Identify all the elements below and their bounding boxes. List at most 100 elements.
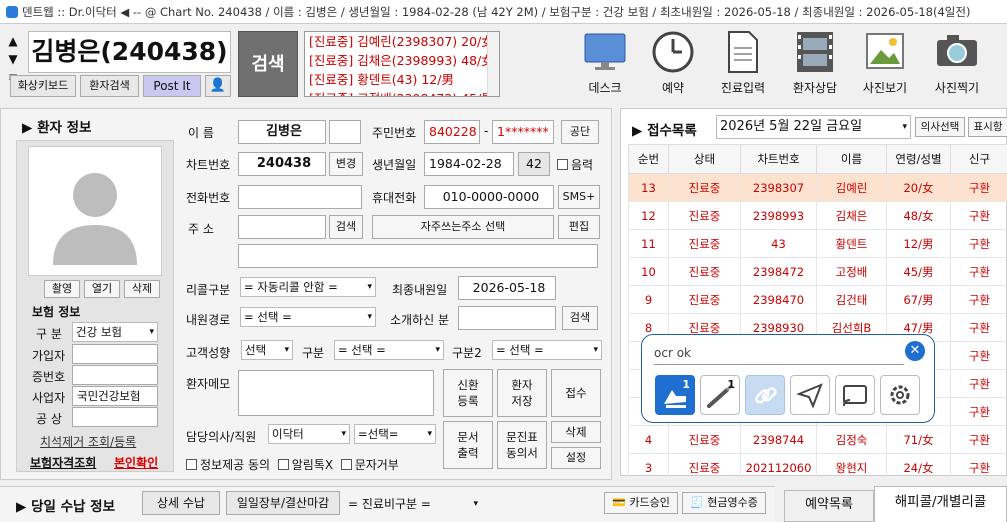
fee-type-select[interactable]: = 진료비구분 = <box>344 493 482 515</box>
arrow-down-icon[interactable]: ▼ <box>4 52 22 66</box>
memo-textarea[interactable] <box>238 370 434 416</box>
recall-select[interactable]: = 자동리콜 안함 = <box>240 277 376 297</box>
referrer-input[interactable] <box>458 306 556 330</box>
col-status[interactable]: 상태 <box>668 144 741 174</box>
chart-no-input[interactable]: 240438 <box>238 152 326 176</box>
display-items-button[interactable]: 표시항 <box>968 117 1007 137</box>
list-item[interactable]: [진료중] 황덴트(43) 12/男 <box>309 70 499 89</box>
scrollbar[interactable] <box>487 32 499 96</box>
desk-button[interactable]: 데스크 <box>572 30 638 96</box>
close-icon[interactable]: ✕ <box>905 341 925 361</box>
tendency-select[interactable]: 선택 <box>241 340 293 360</box>
photo-take-button[interactable]: 사진찍기 <box>924 30 990 96</box>
table-row[interactable]: 11 진료중 43 황덴트 12/男 구환 <box>628 229 1007 258</box>
birth-input[interactable]: 1984-02-28 <box>424 152 514 176</box>
nhis-button[interactable]: 공단 <box>561 120 599 144</box>
frequent-address-button[interactable]: 자주쓰는주소 선택 <box>372 215 554 239</box>
daily-ledger-button[interactable]: 일일장부/결산마감 <box>226 491 340 515</box>
mobile-input[interactable]: 010-0000-0000 <box>424 185 554 209</box>
table-cell: 구환 <box>950 257 1007 286</box>
address-detail-input[interactable] <box>238 244 598 268</box>
sms-button[interactable]: SMS+ <box>558 185 600 209</box>
name-input[interactable]: 김병은 <box>238 120 326 144</box>
address-search-button[interactable]: 검색 <box>329 215 363 239</box>
card-approval-button[interactable]: 💳 카드승인 <box>604 492 678 514</box>
div-select[interactable]: = 선택 = <box>334 340 444 360</box>
cash-receipt-button[interactable]: 🧾 현금영수증 <box>682 492 766 514</box>
save-patient-button[interactable]: 환자 저장 <box>497 369 547 417</box>
insurance-qualify-link[interactable]: 보험자격조회 <box>30 454 96 471</box>
reservation-button[interactable]: 예약 <box>640 30 706 96</box>
table-cell: 11 <box>628 229 669 258</box>
waiting-list[interactable]: [진료중] 김예린(2398307) 20/女 [진료중] 김채은(239899… <box>304 31 500 97</box>
col-name[interactable]: 이름 <box>816 144 887 174</box>
search-button[interactable]: 검색 <box>238 31 298 97</box>
open-photo-button[interactable]: 열기 <box>84 280 120 298</box>
rrn-front-input[interactable]: 840228 <box>424 120 480 144</box>
table-row[interactable]: 10 진료중 2398472 고정배 45/男 구환 <box>628 257 1007 286</box>
rrn-back-input[interactable]: 1******* <box>492 120 554 144</box>
col-age-sex[interactable]: 연령/성별 <box>886 144 951 174</box>
link-button[interactable] <box>745 375 785 415</box>
col-chart[interactable]: 차트번호 <box>740 144 817 174</box>
name-extra-input[interactable] <box>329 120 361 144</box>
table-row[interactable]: 12 진료중 2398993 김채은 48/女 구환 <box>628 201 1007 230</box>
route-select[interactable]: = 선택 = <box>240 307 376 327</box>
photo-view-button[interactable]: 사진보기 <box>852 30 918 96</box>
doctor-select-button[interactable]: 의사선택 <box>915 117 965 137</box>
lunar-checkbox[interactable]: 음력 <box>557 156 593 173</box>
post-it-button[interactable]: Post It <box>143 75 201 97</box>
chart-entry-button[interactable]: 진료입력 <box>710 30 776 96</box>
delete-button[interactable]: 삭제 <box>551 421 601 443</box>
col-type[interactable]: 신구 <box>950 144 1007 174</box>
cast-button[interactable] <box>835 375 875 415</box>
consult-button[interactable]: 환자상담 <box>782 30 848 96</box>
agency-input[interactable]: 국민건강보험 <box>72 386 158 406</box>
staff-select[interactable]: =선택= <box>354 424 436 444</box>
subscriber-input[interactable] <box>72 344 158 364</box>
virtual-keyboard-button[interactable]: 화상키보드 <box>10 75 76 97</box>
new-patient-button[interactable]: 신환 등록 <box>443 369 493 417</box>
col-seq[interactable]: 순번 <box>628 144 669 174</box>
consent-button[interactable]: 문진표 동의서 <box>497 421 547 469</box>
edit-address-button[interactable]: 편집 <box>558 215 600 239</box>
dental-chair-button[interactable]: 1 <box>655 375 695 415</box>
ins-type-select[interactable]: 건강 보험 <box>72 322 158 342</box>
doctor-select[interactable]: 이닥터 <box>268 424 350 444</box>
arrow-up-icon[interactable]: ▲ <box>4 34 22 48</box>
date-picker[interactable]: 2026년 5월 22일 금요일 <box>716 115 911 139</box>
list-item[interactable]: [진료중] 김채은(2398993) 48/女 <box>309 51 499 70</box>
table-row[interactable]: 13 진료중 2398307 김예린 20/女 구환 <box>628 173 1007 202</box>
zip-input[interactable] <box>238 215 326 239</box>
print-doc-button[interactable]: 문서 출력 <box>443 421 493 469</box>
scaling-check-link[interactable]: 치석제거 조회/등록 <box>40 433 136 450</box>
tool-button[interactable]: 1 <box>700 375 740 415</box>
change-chart-button[interactable]: 변경 <box>329 152 363 176</box>
list-item[interactable]: [진료중] 고정배(2398472) 45/男 <box>309 89 499 96</box>
ocr-input[interactable]: ocr ok <box>654 343 904 365</box>
identity-check-link[interactable]: 본인확인 <box>114 454 158 471</box>
referrer-search-button[interactable]: 검색 <box>562 306 598 330</box>
div2-select[interactable]: = 선택 = <box>492 340 602 360</box>
cert-no-input[interactable] <box>72 365 158 385</box>
capture-photo-button[interactable]: 촬영 <box>44 280 80 298</box>
detail-payment-button[interactable]: 상세 수납 <box>142 491 220 515</box>
table-row[interactable]: 4 진료중 2398744 김정숙 71/女 구환 <box>628 425 1007 454</box>
last-visit-input[interactable]: 2026-05-18 <box>458 276 556 300</box>
settings-button[interactable]: 설정 <box>551 447 601 469</box>
table-row[interactable]: 3 진료중 202112060 왕현지 24/女 구환 <box>628 453 1007 474</box>
list-item[interactable]: [진료중] 김예린(2398307) 20/女 <box>309 32 499 51</box>
table-row[interactable]: 9 진료중 2398470 김건태 67/男 구환 <box>628 285 1007 314</box>
receipt-button[interactable]: 접수 <box>551 369 601 417</box>
receipt-table[interactable]: 순번 상태 차트번호 이름 연령/성별 신구 13 진료중 2398307 김예린 20… <box>628 144 1007 474</box>
tab-happy-call[interactable]: 해피콜/개별리콜 <box>874 486 1007 522</box>
settings-gear-button[interactable] <box>880 375 920 415</box>
agreement-checkboxes[interactable]: 정보제공 동의 알림톡X 문자거부 <box>186 456 399 473</box>
tab-reservation-list[interactable]: 예약목록 <box>784 490 874 522</box>
doctor-avatar-icon[interactable]: 👤 <box>205 75 231 97</box>
phone-input[interactable] <box>238 185 362 209</box>
public-input[interactable] <box>72 407 158 427</box>
patient-search-button[interactable]: 환자검색 <box>80 75 139 97</box>
delete-photo-button[interactable]: 삭제 <box>124 280 160 298</box>
send-button[interactable] <box>790 375 830 415</box>
